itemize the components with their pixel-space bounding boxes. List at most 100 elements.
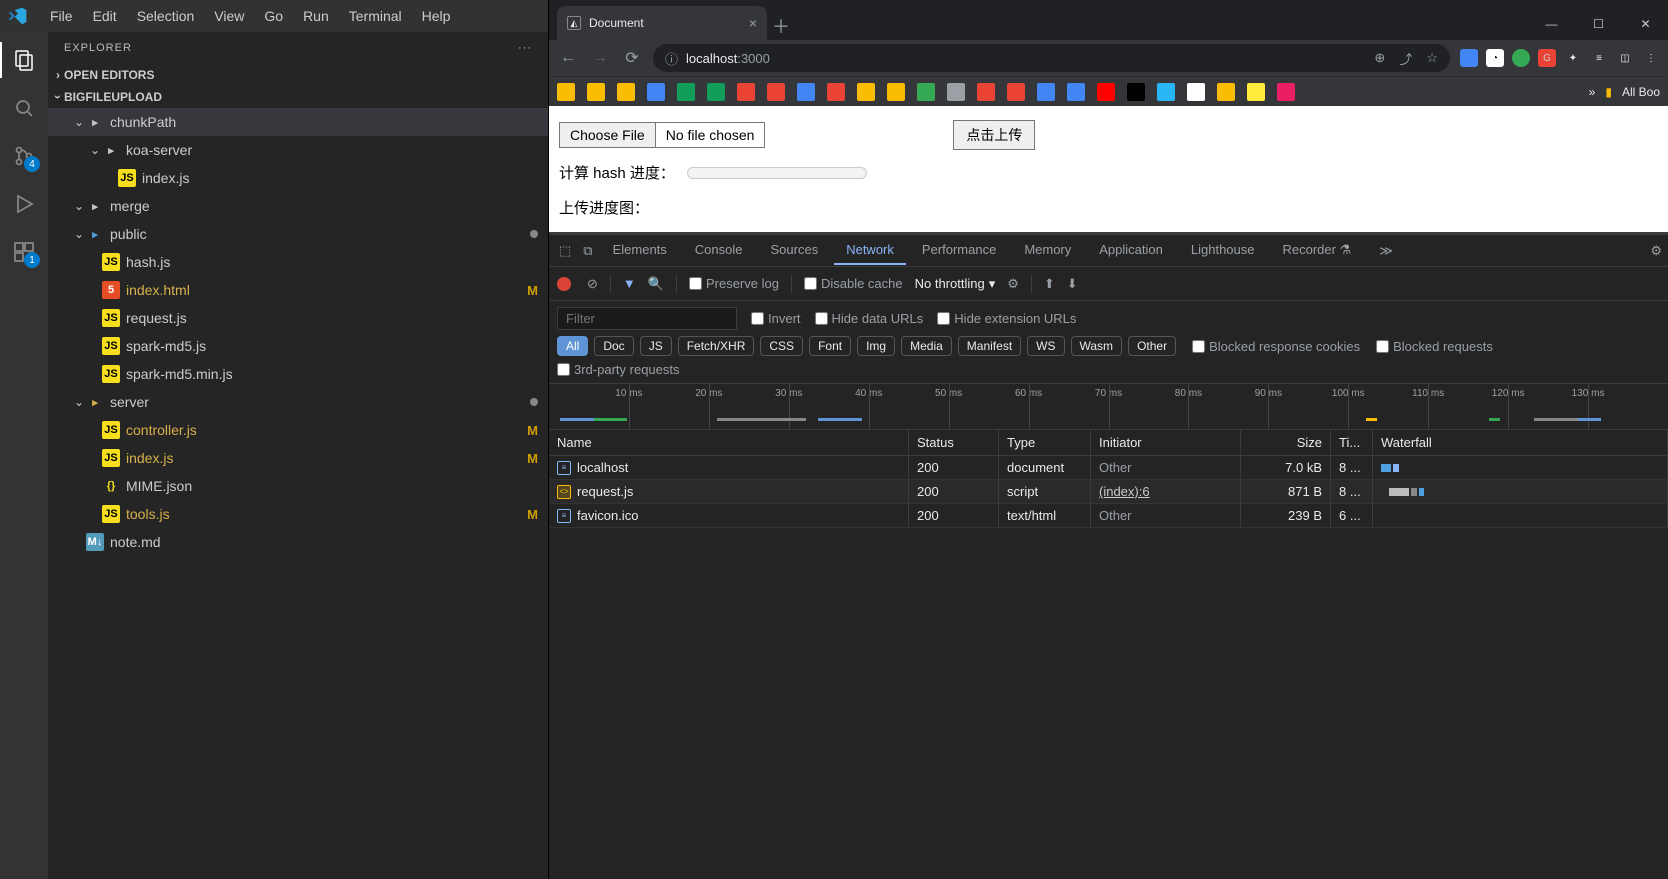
file-note-md[interactable]: M↓note.md (48, 528, 548, 556)
bookmark-icon[interactable] (917, 83, 935, 101)
close-tab-icon[interactable]: × (749, 15, 757, 31)
file-MIME-json[interactable]: {}MIME.json (48, 472, 548, 500)
hide-data-urls-checkbox[interactable]: Hide data URLs (815, 311, 924, 326)
file-index-js[interactable]: JSindex.js (48, 164, 548, 192)
column-header[interactable]: Type (999, 430, 1091, 455)
bookmark-star-icon[interactable]: ☆ (1426, 50, 1438, 66)
bookmark-icon[interactable] (1187, 83, 1205, 101)
file-controller-js[interactable]: JScontroller.jsM (48, 416, 548, 444)
menu-view[interactable]: View (204, 4, 254, 28)
maximize-icon[interactable]: ☐ (1576, 8, 1621, 40)
import-har-icon[interactable]: ⬆ (1044, 276, 1055, 292)
ext-icon[interactable]: G (1538, 49, 1556, 67)
network-request-row[interactable]: ≡localhost200documentOther7.0 kB8 ... (549, 456, 1668, 480)
inspect-element-icon[interactable]: ⬚ (555, 239, 575, 263)
devtools-tab-memory[interactable]: Memory (1012, 236, 1083, 265)
blocked-requests-checkbox[interactable]: Blocked requests (1376, 339, 1493, 354)
minimize-icon[interactable]: — (1529, 8, 1574, 40)
menu-run[interactable]: Run (293, 4, 339, 28)
filter-chip-wasm[interactable]: Wasm (1071, 336, 1123, 356)
file-input-wrapper[interactable]: Choose File No file chosen (559, 122, 765, 148)
hide-extension-urls-checkbox[interactable]: Hide extension URLs (937, 311, 1076, 326)
all-bookmarks-label[interactable]: All Boo (1622, 85, 1660, 99)
side-panel-icon[interactable]: ◫ (1616, 49, 1634, 67)
bookmark-icon[interactable] (767, 83, 785, 101)
third-party-checkbox[interactable]: 3rd-party requests (557, 362, 680, 377)
bookmark-icon[interactable] (1007, 83, 1025, 101)
filter-toggle-icon[interactable]: ▼ (623, 276, 636, 291)
bookmark-icon[interactable] (557, 83, 575, 101)
close-window-icon[interactable]: ✕ (1623, 8, 1668, 40)
column-header[interactable]: Status (909, 430, 999, 455)
network-conditions-icon[interactable]: ⚙ (1007, 276, 1019, 292)
filter-chip-manifest[interactable]: Manifest (958, 336, 1021, 356)
folder-public[interactable]: ⌄▸public (48, 220, 548, 248)
extensions-icon[interactable]: 1 (10, 238, 38, 266)
disable-cache-checkbox[interactable]: Disable cache (804, 276, 903, 291)
bookmark-icon[interactable] (1127, 83, 1145, 101)
devtools-tab-sources[interactable]: Sources (759, 236, 831, 265)
zoom-icon[interactable]: ⊕ (1374, 50, 1385, 66)
reload-icon[interactable]: ⟳ (621, 47, 643, 69)
filter-chip-font[interactable]: Font (809, 336, 851, 356)
open-editors-section[interactable]: › OPEN EDITORS (48, 64, 548, 86)
explorer-icon[interactable] (10, 46, 38, 74)
bookmark-icon[interactable] (677, 83, 695, 101)
column-header[interactable]: Initiator (1091, 430, 1241, 455)
menu-edit[interactable]: Edit (83, 4, 127, 28)
filter-chip-ws[interactable]: WS (1027, 336, 1064, 356)
source-control-icon[interactable]: 4 (10, 142, 38, 170)
filter-chip-css[interactable]: CSS (760, 336, 803, 356)
devtools-tab-recorder[interactable]: Recorder ⚗ (1271, 236, 1364, 265)
devtools-settings-icon[interactable]: ⚙ (1650, 243, 1662, 259)
reading-list-icon[interactable]: ≡ (1590, 49, 1608, 67)
bookmark-icon[interactable] (587, 83, 605, 101)
search-network-icon[interactable]: 🔍 (648, 276, 664, 292)
folder-koa-server[interactable]: ⌄▸koa-server (48, 136, 548, 164)
extensions-puzzle-icon[interactable]: ✦ (1564, 49, 1582, 67)
bookmark-icon[interactable] (1217, 83, 1235, 101)
new-tab-button[interactable]: ＋ (767, 12, 795, 40)
file-hash-js[interactable]: JShash.js (48, 248, 548, 276)
bookmark-icon[interactable] (827, 83, 845, 101)
bookmark-icon[interactable] (617, 83, 635, 101)
filter-chip-fetch-xhr[interactable]: Fetch/XHR (678, 336, 755, 356)
menu-selection[interactable]: Selection (127, 4, 205, 28)
menu-file[interactable]: File (40, 4, 83, 28)
bookmark-icon[interactable] (737, 83, 755, 101)
bookmark-icon[interactable] (1157, 83, 1175, 101)
ext-icon[interactable] (1460, 49, 1478, 67)
ext-icon[interactable]: ◔ (1486, 49, 1504, 67)
ext-icon[interactable] (1512, 49, 1530, 67)
bookmark-icon[interactable] (857, 83, 875, 101)
devtools-more-tabs[interactable]: ≫ (1367, 237, 1405, 265)
folder-merge[interactable]: ⌄▸merge (48, 192, 548, 220)
devtools-tab-elements[interactable]: Elements (601, 236, 679, 265)
column-header[interactable]: Ti... (1331, 430, 1373, 455)
file-index-js[interactable]: JSindex.jsM (48, 444, 548, 472)
record-button[interactable] (557, 277, 571, 291)
menu-help[interactable]: Help (412, 4, 461, 28)
devtools-tab-performance[interactable]: Performance (910, 236, 1008, 265)
network-request-row[interactable]: <>request.js200script(index):6871 B8 ... (549, 480, 1668, 504)
file-spark-md5-js[interactable]: JSspark-md5.js (48, 332, 548, 360)
bookmark-icon[interactable] (977, 83, 995, 101)
file-spark-md5-min-js[interactable]: JSspark-md5.min.js (48, 360, 548, 388)
filter-chip-other[interactable]: Other (1128, 336, 1176, 356)
bookmark-icon[interactable] (887, 83, 905, 101)
bookmark-icon[interactable] (947, 83, 965, 101)
menu-terminal[interactable]: Terminal (339, 4, 412, 28)
column-header[interactable]: Waterfall (1373, 430, 1668, 455)
more-icon[interactable]: ··· (518, 42, 532, 54)
invert-checkbox[interactable]: Invert (751, 311, 801, 326)
network-timeline[interactable]: 10 ms20 ms30 ms40 ms50 ms60 ms70 ms80 ms… (549, 384, 1668, 430)
network-filter-input[interactable] (557, 307, 737, 330)
bookmarks-overflow-icon[interactable]: » (1589, 85, 1596, 99)
run-debug-icon[interactable] (10, 190, 38, 218)
address-bar[interactable]: ⓘ localhost:3000 ⊕ ⤴ ☆ (653, 44, 1450, 72)
search-icon[interactable] (10, 94, 38, 122)
bookmark-icon[interactable] (1247, 83, 1265, 101)
bookmark-icon[interactable] (1067, 83, 1085, 101)
devtools-tab-application[interactable]: Application (1087, 236, 1175, 265)
share-icon[interactable]: ⤴ (1399, 49, 1412, 68)
